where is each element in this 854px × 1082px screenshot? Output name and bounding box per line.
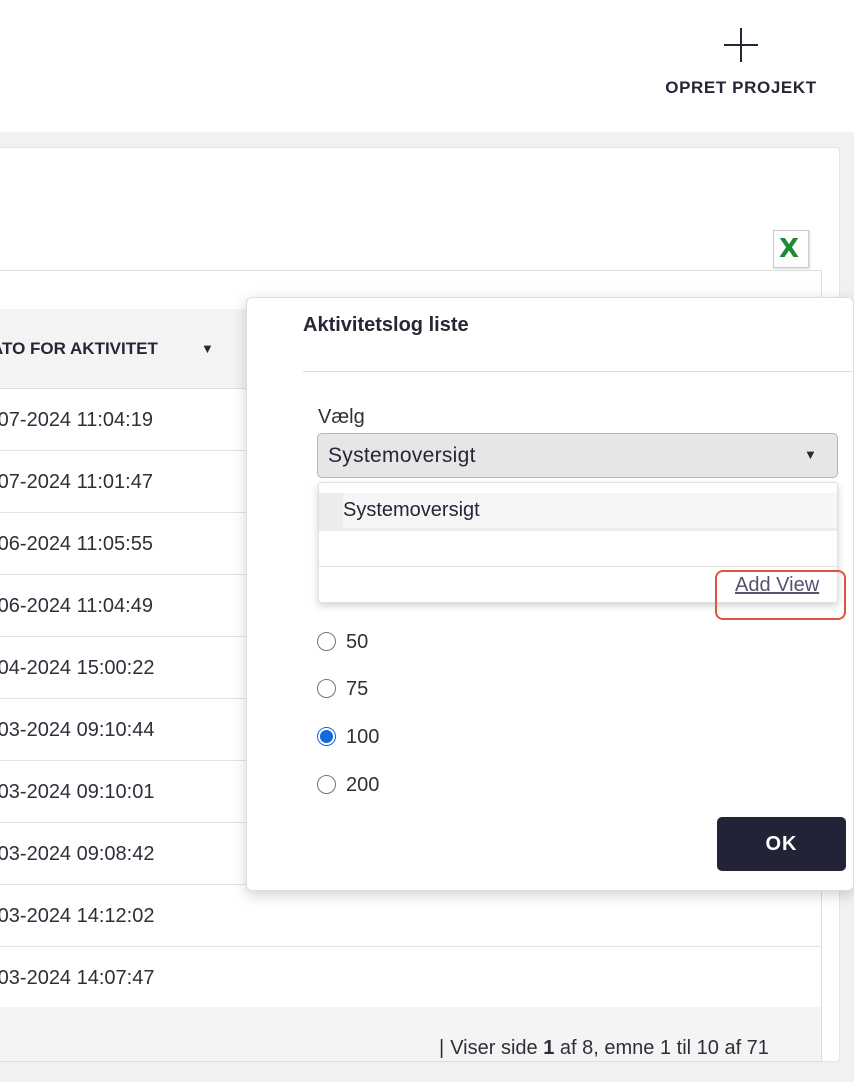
pager-prefix: Viser side [450, 1037, 538, 1059]
radio-label: 50 [346, 631, 369, 653]
table-cell: -04-2024 15:00:22 [0, 657, 155, 679]
table-cell: -03-2024 09:10:01 [0, 781, 155, 803]
dropdown-option-systemoversigt[interactable]: Systemoversigt [319, 493, 837, 533]
table-cell: -03-2024 09:08:42 [0, 843, 155, 865]
table-cell: -06-2024 11:05:55 [0, 533, 153, 555]
radio-button[interactable] [317, 775, 336, 794]
radio-label: 100 [346, 726, 380, 748]
top-bar: OPRET PROJEKT [0, 0, 854, 132]
view-select-label: Vælg [318, 406, 365, 428]
table-cell: -07-2024 11:04:19 [0, 409, 153, 431]
sort-down-icon[interactable]: ▼ [201, 341, 214, 356]
list-settings-popup: Aktivitetslog liste Vælg Systemoversigt … [246, 297, 854, 891]
add-view-highlight [715, 570, 846, 620]
ok-button[interactable]: OK [717, 817, 846, 871]
chevron-down-icon: ▼ [804, 447, 817, 462]
dropdown-empty-row [319, 531, 837, 567]
create-project-label: OPRET PROJEKT [665, 78, 817, 97]
create-project-button[interactable]: OPRET PROJEKT [658, 24, 824, 104]
table-cell: -07-2024 11:01:47 [0, 471, 153, 493]
table-cell: -03-2024 14:07:47 [0, 967, 155, 989]
table-row[interactable]: -03-2024 14:07:47 [0, 947, 821, 1009]
view-select[interactable]: Systemoversigt ▼ [317, 433, 838, 478]
dropdown-option-label: Systemoversigt [343, 499, 480, 521]
view-select-value: Systemoversigt [328, 444, 476, 467]
radio-button[interactable] [317, 632, 336, 651]
popup-title: Aktivitetslog liste [303, 314, 469, 336]
table-cell: -06-2024 11:04:49 [0, 595, 153, 617]
table-row[interactable]: -03-2024 14:12:02 [0, 885, 821, 947]
column-header-date[interactable]: ATO FOR AKTIVITET [0, 339, 158, 359]
pager-info: | Viser side 1 af 8, emne 1 til 10 af 71 [439, 1037, 769, 1059]
radio-button[interactable] [317, 679, 336, 698]
table-cell: -03-2024 14:12:02 [0, 905, 155, 927]
table-cell: -03-2024 09:10:44 [0, 719, 155, 741]
radio-label: 200 [346, 774, 380, 796]
radio-label: 75 [346, 678, 369, 700]
plus-icon [724, 28, 758, 62]
pager-suffix: af 8, emne 1 til 10 af 71 [559, 1037, 769, 1059]
table-footer: | Viser side 1 af 8, emne 1 til 10 af 71 [0, 1007, 822, 1062]
radio-button-checked[interactable] [317, 727, 336, 746]
excel-export-icon[interactable]: X [773, 230, 809, 268]
popup-divider [303, 371, 853, 372]
pager-current-page: 1 [543, 1037, 555, 1059]
